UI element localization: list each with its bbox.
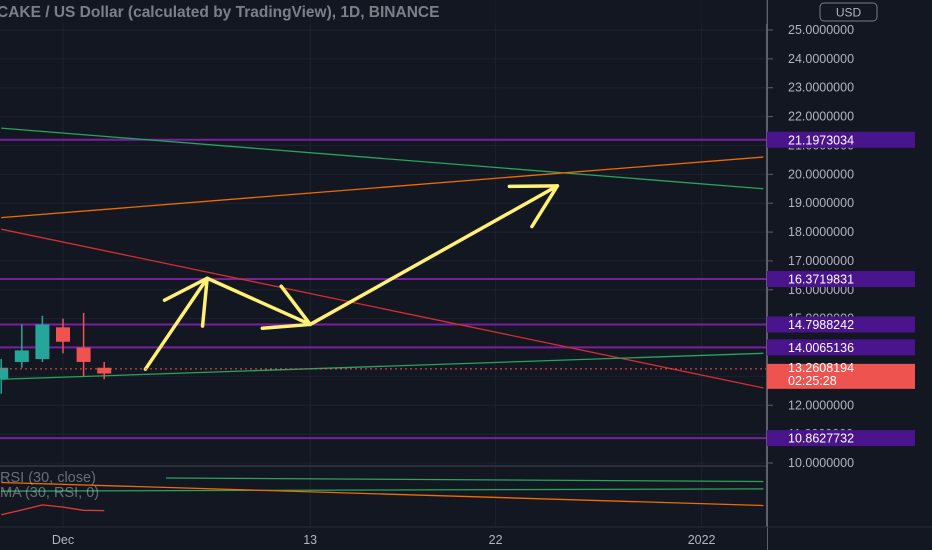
currency-label: USD	[836, 6, 862, 20]
level-label-2: 14.7988242	[788, 318, 854, 332]
price-tick-label-6: 19.0000000	[788, 196, 854, 210]
time-tick-label-0: Dec	[52, 533, 74, 547]
time-tick-label-3: 2022	[688, 533, 716, 547]
candle-body	[35, 324, 50, 360]
price-tick-label-7: 18.0000000	[788, 225, 854, 239]
countdown-label: 02:25:28	[788, 374, 837, 388]
candle-body	[97, 367, 112, 374]
price-tick-label-15: 10.0000000	[788, 456, 854, 470]
level-label-3: 14.0065136	[788, 341, 854, 355]
price-tick-label-2: 23.0000000	[788, 81, 854, 95]
chart-canvas[interactable]: 50.0040.00 25.000000024.000000023.000000…	[0, 0, 932, 550]
price-tick-label-13: 12.0000000	[788, 398, 854, 412]
time-axis[interactable]	[0, 527, 767, 550]
chart-title: CAKE / US Dollar (calculated by TradingV…	[0, 4, 439, 21]
price-tick-label-5: 20.0000000	[788, 167, 854, 181]
price-tick-label-3: 22.0000000	[788, 110, 854, 124]
rsi-title: RSI (30, close)	[0, 470, 96, 486]
candle-body	[14, 350, 29, 362]
current-price-label: 13.2608194	[788, 361, 854, 375]
time-tick-label-2: 22	[489, 533, 503, 547]
candle-body	[0, 367, 9, 380]
current-price-badge: 13.2608194 02:25:28	[767, 361, 915, 389]
price-tick-label-1: 24.0000000	[788, 52, 854, 66]
candle-body	[56, 327, 70, 342]
level-label-0: 21.1973034	[788, 133, 854, 147]
rsi-ma-label: MA (30, RSI, 0)	[0, 485, 99, 501]
level-label-1: 16.3719831	[788, 273, 854, 287]
level-label-4: 10.8627732	[788, 432, 854, 446]
price-tick-label-8: 17.0000000	[788, 254, 854, 268]
candle-body	[76, 347, 91, 362]
price-tick-label-0: 25.0000000	[788, 23, 854, 37]
time-tick-label-1: 13	[303, 533, 317, 547]
